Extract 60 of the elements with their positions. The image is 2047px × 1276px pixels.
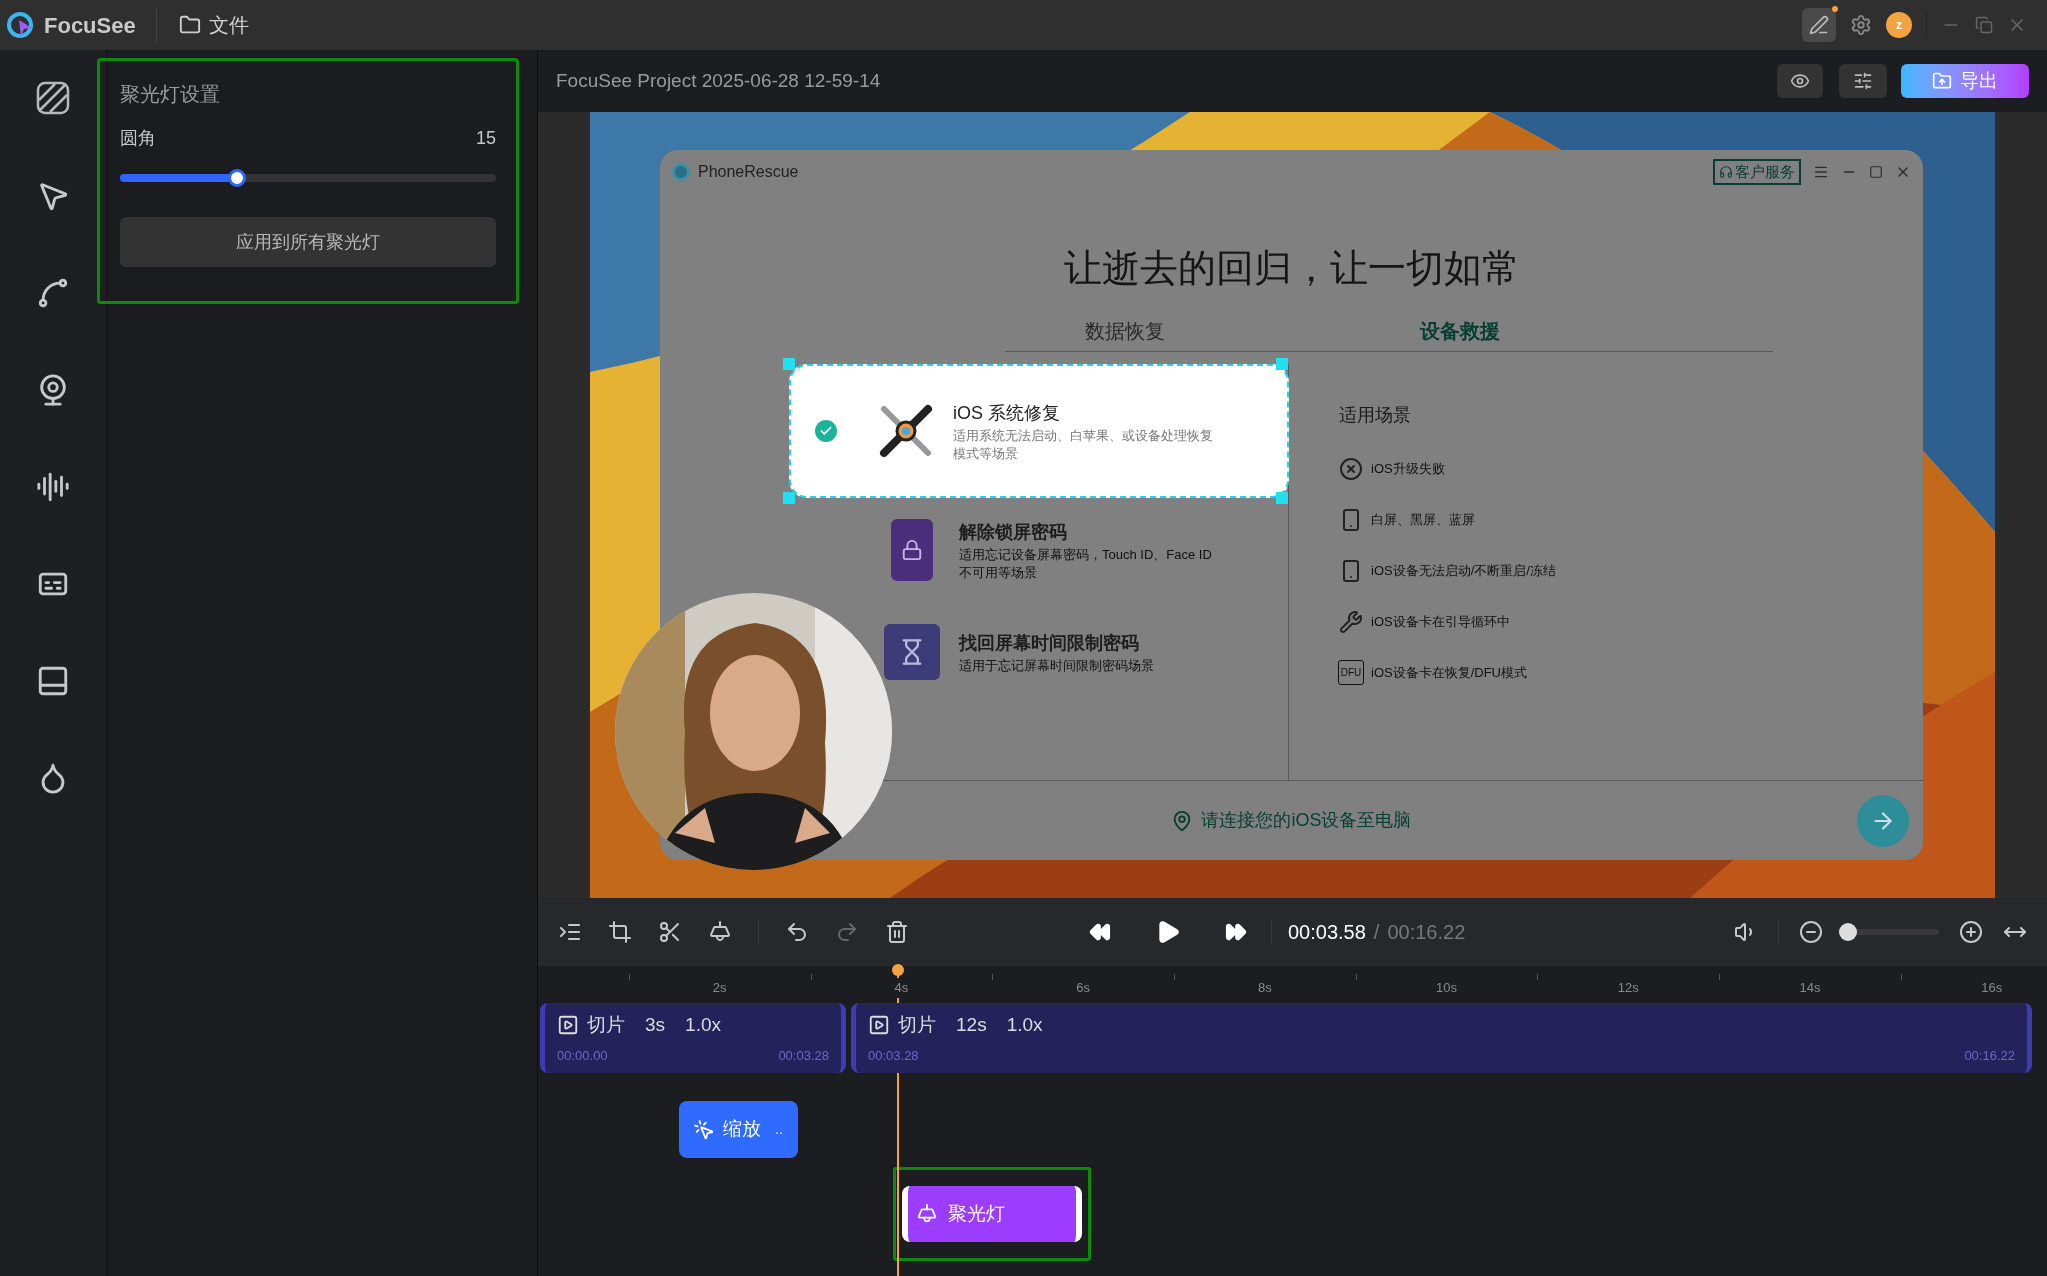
app-logo-icon	[6, 10, 36, 40]
clip-duration: 12s	[956, 1013, 987, 1037]
clip-label: 切片	[898, 1013, 936, 1037]
app-name: FocuSee	[44, 11, 136, 40]
slider[interactable]	[120, 169, 496, 187]
slider-label: 圆角	[120, 127, 156, 150]
clip-start: 00:03.28	[868, 1046, 919, 1065]
current-time: 00:03.58	[1288, 920, 1366, 945]
edit-button[interactable]	[1802, 8, 1836, 42]
slider-value: 15	[475, 127, 496, 150]
time-separator: /	[1373, 920, 1380, 945]
total-time: 00:16.22	[1387, 920, 1466, 945]
audio-icon[interactable]	[36, 470, 70, 504]
delete-icon[interactable]	[885, 920, 909, 944]
project-title: FocuSee Project 2025-06-28 12-59-14	[556, 68, 881, 93]
panel-title: 聚光灯设置	[120, 82, 221, 107]
clip-end: 00:03.28	[778, 1046, 829, 1065]
clip-start: 00:00.00	[557, 1046, 608, 1065]
clip[interactable]: 切片 12s 1.0x 00:03.28 00:16.22	[851, 1003, 2032, 1073]
clip[interactable]: 切片 3s 1.0x 00:00.00 00:03.28	[540, 1003, 846, 1073]
pen-icon	[1809, 15, 1829, 35]
zoom-thumb[interactable]	[1839, 923, 1857, 941]
folder-upload-icon	[1932, 71, 1952, 91]
zoom-out-icon[interactable]	[1799, 920, 1823, 944]
redo-icon[interactable]	[835, 920, 859, 944]
panel-icon[interactable]	[36, 664, 70, 698]
spotlight-clip[interactable]: 聚光灯	[902, 1186, 1082, 1242]
clip-speed: 1.0x	[685, 1013, 721, 1037]
crop-icon[interactable]	[608, 920, 632, 944]
cut-icon[interactable]	[658, 920, 682, 944]
menu-item[interactable]: 文件	[178, 10, 249, 40]
export-button[interactable]: 导出	[1901, 64, 2029, 98]
zoom-in-icon[interactable]	[1959, 920, 1983, 944]
zoom-slider[interactable]	[1839, 923, 1939, 941]
video-icon	[557, 1014, 579, 1037]
zoom-clip-label: 缩放	[723, 1117, 761, 1142]
eye-icon	[1790, 71, 1810, 91]
clip-duration: 3s	[645, 1013, 666, 1037]
apply-button[interactable]: 应用到所有聚光灯	[120, 217, 496, 267]
clip-label: 切片	[587, 1013, 625, 1037]
zoom-clip[interactable]: 缩放 ..	[679, 1101, 798, 1158]
adjust-button[interactable]	[1839, 64, 1887, 98]
rewind-icon[interactable]	[1089, 921, 1111, 943]
clip-end: 00:16.22	[1964, 1046, 2015, 1065]
preview-button[interactable]	[1777, 64, 1823, 98]
hatch-icon[interactable]	[35, 80, 71, 116]
path-icon[interactable]	[36, 276, 70, 310]
zoom-clip-more: ..	[775, 1120, 783, 1139]
clip-speed: 1.0x	[1006, 1013, 1043, 1037]
undo-icon[interactable]	[785, 920, 809, 944]
fast-forward-icon[interactable]	[1225, 921, 1247, 943]
slider-thumb[interactable]	[227, 169, 246, 187]
spotlight-icon	[916, 1203, 938, 1225]
spotlight-clip-label: 聚光灯	[948, 1201, 1005, 1226]
settings-icon[interactable]	[1850, 14, 1872, 36]
ruler-label: 4s	[892, 978, 911, 998]
spotlight-icon[interactable]	[708, 920, 732, 944]
sliders-icon	[1853, 71, 1873, 91]
video-icon	[868, 1014, 890, 1037]
folder-icon	[178, 14, 201, 36]
